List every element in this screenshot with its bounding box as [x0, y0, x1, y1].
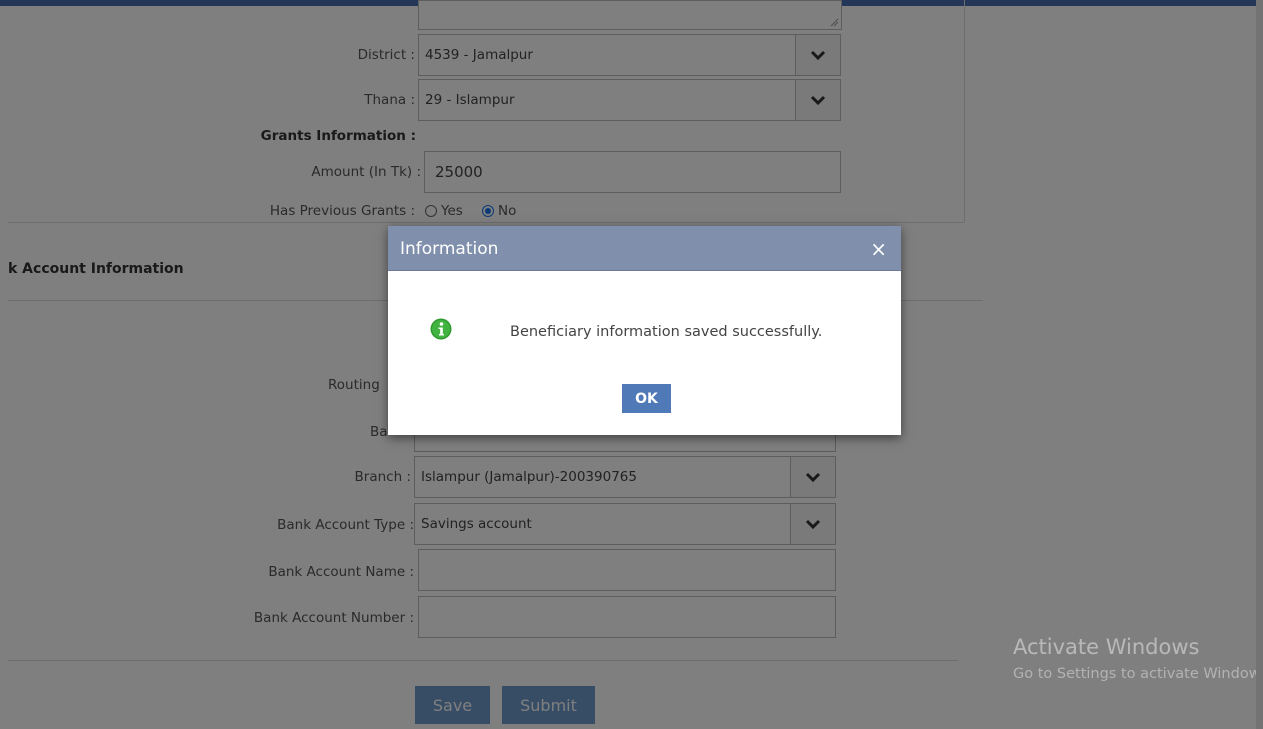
information-dialog: Information × Beneficiary information sa…	[388, 226, 901, 435]
dialog-title: Information	[400, 238, 499, 259]
dialog-message: Beneficiary information saved successful…	[510, 324, 823, 340]
activate-windows-subtitle: Go to Settings to activate Windows.	[1013, 666, 1256, 682]
info-icon	[430, 318, 452, 340]
close-icon[interactable]: ×	[870, 226, 887, 271]
activate-windows-title: Activate Windows	[1013, 635, 1200, 659]
ok-button[interactable]: OK	[622, 384, 671, 413]
dialog-header: Information ×	[388, 226, 901, 271]
